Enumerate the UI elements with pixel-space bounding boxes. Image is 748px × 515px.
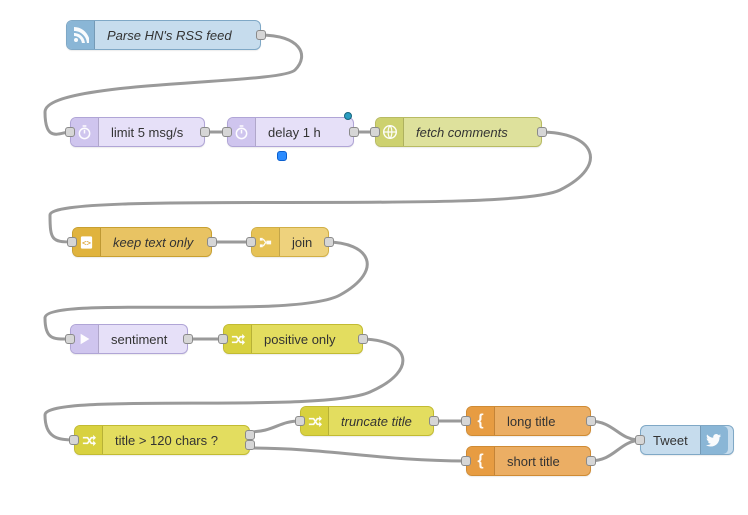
node-label: Tweet [641,426,700,454]
input-port[interactable] [65,334,75,344]
status-dot [344,112,352,120]
input-port[interactable] [67,237,77,247]
join-icon [252,228,280,256]
node-tweet[interactable]: Tweet [640,425,734,455]
output-port[interactable] [200,127,210,137]
node-title-check[interactable]: title > 120 chars ? [74,425,250,455]
node-positive-only[interactable]: positive only [223,324,363,354]
template-icon: { [467,407,495,435]
switch-icon [301,407,329,435]
svg-text:<>: <> [82,238,92,247]
output-port[interactable] [586,456,596,466]
input-port[interactable] [461,456,471,466]
output-port[interactable] [349,127,359,137]
node-label: long title [495,407,567,435]
node-short-title[interactable]: { short title [466,446,591,476]
node-label: Parse HN's RSS feed [95,21,244,49]
input-port[interactable] [461,416,471,426]
node-label: short title [495,447,572,475]
globe-icon [376,118,404,146]
node-parse-rss[interactable]: Parse HN's RSS feed [66,20,261,50]
output-port[interactable] [429,416,439,426]
html-icon: <> [73,228,101,256]
status-dot [277,151,287,161]
node-join[interactable]: join [251,227,329,257]
node-label: truncate title [329,407,424,435]
output-port-2[interactable] [245,440,255,450]
node-label: fetch comments [404,118,520,146]
output-port[interactable] [537,127,547,137]
input-port[interactable] [635,435,645,445]
output-port-1[interactable] [245,430,255,440]
output-port[interactable] [256,30,266,40]
switch-icon [75,426,103,454]
output-port[interactable] [183,334,193,344]
input-port[interactable] [370,127,380,137]
input-port[interactable] [295,416,305,426]
input-port[interactable] [218,334,228,344]
node-delay[interactable]: delay 1 h [227,117,354,147]
arrow-right-icon [71,325,99,353]
output-port[interactable] [207,237,217,247]
node-sentiment[interactable]: sentiment [70,324,188,354]
node-label: delay 1 h [256,118,333,146]
timer-icon [71,118,99,146]
input-port[interactable] [69,435,79,445]
node-label: sentiment [99,325,179,353]
switch-icon [224,325,252,353]
node-label: join [280,228,324,256]
node-limit[interactable]: limit 5 msg/s [70,117,205,147]
output-port[interactable] [324,237,334,247]
input-port[interactable] [65,127,75,137]
input-port[interactable] [246,237,256,247]
input-port[interactable] [222,127,232,137]
node-label: positive only [252,325,348,353]
node-truncate-title[interactable]: truncate title [300,406,434,436]
output-port[interactable] [586,416,596,426]
node-long-title[interactable]: { long title [466,406,591,436]
twitter-icon [700,426,728,454]
timer-icon [228,118,256,146]
output-port[interactable] [358,334,368,344]
node-keep-text[interactable]: <> keep text only [72,227,212,257]
node-label: limit 5 msg/s [99,118,195,146]
template-icon: { [467,447,495,475]
rss-icon [67,21,95,49]
node-label: keep text only [101,228,205,256]
node-fetch-comments[interactable]: fetch comments [375,117,542,147]
node-label: title > 120 chars ? [103,426,230,454]
